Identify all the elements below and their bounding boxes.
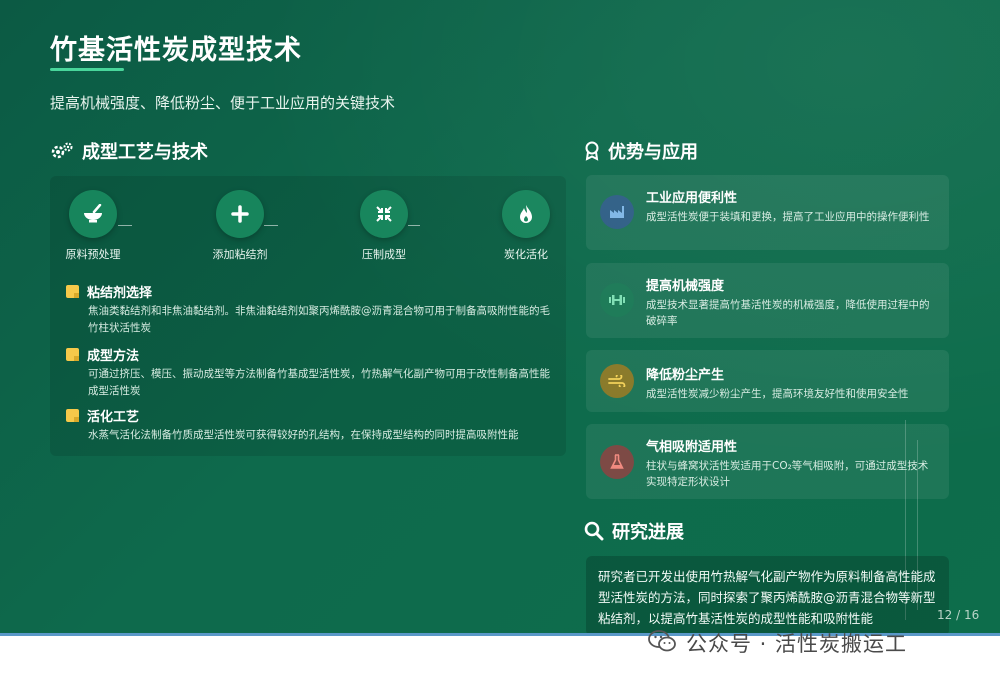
card-desc: 成型活性炭减少粉尘产生，提高环境友好性和使用安全性 — [646, 388, 909, 400]
item-body: 水蒸气活化法制备竹质成型活性炭可获得较好的孔结构，在保持成型结构的同时提高吸附性… — [88, 429, 519, 441]
item-body: 焦油类黏结剂和非焦油黏结剂。非焦油黏结剂如聚丙烯酰胺@沥青混合物可用于制备高吸附… — [88, 305, 550, 334]
step-label: 添加粘结剂 — [212, 248, 268, 261]
process-item-binder: 粘结剂选择 焦油类黏结剂和非焦油黏结剂。非焦油黏结剂如聚丙烯酰胺@沥青混合物可用… — [66, 282, 556, 337]
section-heading-research: 研究进展 — [584, 518, 684, 544]
item-title: 成型方法 — [87, 349, 140, 364]
page-title: 竹基活性炭成型技术 — [50, 35, 302, 66]
card-title: 降低粉尘产生 — [646, 368, 725, 383]
flask-icon — [600, 445, 634, 479]
section-heading-label: 优势与应用 — [608, 142, 698, 163]
note-icon — [66, 285, 79, 298]
process-step-binder: 添加粘结剂 — [200, 190, 280, 262]
watermark: 公众号 · 活性炭搬运工 — [648, 629, 907, 656]
advantage-card-strength: 提高机械强度 成型技术显著提高竹基活性炭的机械强度，降低使用过程中的破碎率 — [586, 263, 949, 338]
process-item-method: 成型方法 可通过挤压、模压、振动成型等方法制备竹基成型活性炭，竹热解气化副产物可… — [66, 345, 556, 400]
page-number: 12 / 16 — [937, 608, 980, 622]
note-icon — [66, 348, 79, 361]
dumbbell-icon — [600, 283, 634, 317]
card-title: 工业应用便利性 — [646, 191, 738, 206]
card-desc: 成型技术显著提高竹基活性炭的机械强度，降低使用过程中的破碎率 — [646, 299, 930, 327]
process-step-activation: 炭化活化 — [486, 190, 566, 262]
wind-icon — [600, 364, 634, 398]
watermark-text: 公众号 · 活性炭搬运工 — [686, 632, 908, 656]
advantage-card-industrial: 工业应用便利性 成型活性炭便于装填和更换，提高了工业应用中的操作便利性 — [586, 175, 949, 250]
advantage-card-dust: 降低粉尘产生 成型活性炭减少粉尘产生，提高环境友好性和使用安全性 — [586, 350, 949, 412]
fire-icon — [502, 190, 550, 238]
item-title: 活化工艺 — [87, 410, 140, 425]
advantage-card-gas-adsorption: 气相吸附适用性 柱状与蜂窝状活性炭适用于CO₂等气相吸附，可通过成型技术实现特定… — [586, 424, 949, 499]
card-desc: 成型活性炭便于装填和更换，提高了工业应用中的操作便利性 — [646, 211, 930, 223]
wechat-icon — [648, 629, 676, 657]
item-title: 粘结剂选择 — [87, 286, 153, 301]
note-icon — [66, 409, 79, 422]
card-title: 提高机械强度 — [646, 279, 725, 294]
title-underline — [50, 68, 124, 71]
section-heading-label: 成型工艺与技术 — [82, 142, 208, 163]
card-title: 气相吸附适用性 — [646, 440, 738, 455]
mortar-icon — [69, 190, 117, 238]
section-heading-advantages: 优势与应用 — [584, 138, 698, 164]
award-icon — [584, 141, 600, 161]
section-heading-label: 研究进展 — [612, 522, 684, 543]
search-icon — [584, 521, 604, 541]
compress-icon — [360, 190, 408, 238]
process-item-activation: 活化工艺 水蒸气活化法制备竹质成型活性炭可获得较好的孔结构，在保持成型结构的同时… — [66, 406, 556, 444]
step-label: 原料预处理 — [65, 248, 121, 261]
plus-icon — [216, 190, 264, 238]
page-subtitle: 提高机械强度、降低粉尘、便于工业应用的关键技术 — [50, 94, 396, 112]
section-heading-process: 成型工艺与技术 — [50, 138, 208, 164]
process-step-pressing: 压制成型 — [344, 190, 424, 262]
research-text: 研究者已开发出使用竹热解气化副产物作为原料制备高性能成型活性炭的方法，同时探索了… — [586, 556, 949, 633]
process-step-pretreatment: 原料预处理 — [53, 190, 133, 262]
item-body: 可通过挤压、模压、振动成型等方法制备竹基成型活性炭，竹热解气化副产物可用于改性制… — [88, 368, 550, 397]
gears-icon — [50, 141, 74, 161]
card-desc: 柱状与蜂窝状活性炭适用于CO₂等气相吸附，可通过成型技术实现特定形状设计 — [646, 460, 929, 488]
factory-icon — [600, 195, 634, 229]
step-label: 炭化活化 — [504, 248, 548, 261]
step-label: 压制成型 — [362, 248, 406, 261]
slide: 竹基活性炭成型技术 提高机械强度、降低粉尘、便于工业应用的关键技术 成型工艺与技… — [0, 0, 1000, 633]
